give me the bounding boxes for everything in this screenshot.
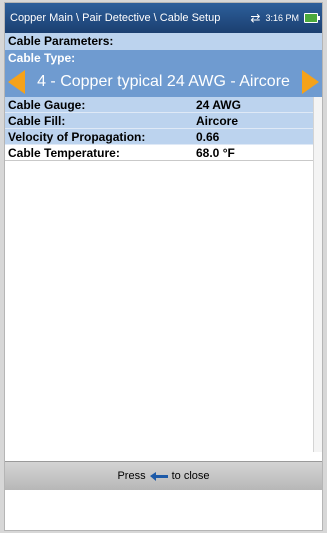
param-label: Cable Temperature: bbox=[8, 146, 120, 160]
breadcrumb: Copper Main \ Pair Detective \ Cable Set… bbox=[10, 12, 221, 24]
scrollbar[interactable] bbox=[313, 97, 322, 452]
param-value: 24 AWG bbox=[196, 98, 241, 112]
cable-type-selector[interactable]: 4 - Copper typical 24 AWG - Aircore bbox=[5, 67, 322, 97]
footer-close-text: to close bbox=[171, 470, 210, 482]
status-area: ⇄ 3:16 PM bbox=[250, 11, 320, 25]
device-screen: Copper Main \ Pair Detective \ Cable Set… bbox=[4, 2, 323, 531]
clock: 3:16 PM bbox=[265, 13, 299, 23]
cable-type-label: Cable Type: bbox=[5, 50, 322, 67]
param-row-cable-fill[interactable]: Cable Fill: Aircore bbox=[5, 113, 322, 129]
footer-hint: Press to close bbox=[5, 461, 322, 490]
back-arrow-icon bbox=[149, 472, 168, 481]
arrow-left-icon[interactable] bbox=[8, 70, 25, 94]
parameter-list: Cable Gauge: 24 AWG Cable Fill: Aircore … bbox=[5, 97, 322, 161]
param-label: Cable Fill: bbox=[8, 114, 66, 128]
footer-press-text: Press bbox=[117, 470, 146, 482]
param-row-cable-temperature[interactable]: Cable Temperature: 68.0 °F bbox=[5, 145, 322, 161]
param-value: 68.0 °F bbox=[196, 146, 235, 160]
cable-type-value: 4 - Copper typical 24 AWG - Aircore bbox=[37, 73, 290, 90]
param-label: Velocity of Propagation: bbox=[8, 130, 146, 144]
param-label: Cable Gauge: bbox=[8, 98, 86, 112]
arrow-right-icon[interactable] bbox=[302, 70, 319, 94]
param-row-velocity-of-propagation[interactable]: Velocity of Propagation: 0.66 bbox=[5, 129, 322, 145]
battery-icon bbox=[304, 13, 320, 23]
param-value: Aircore bbox=[196, 114, 239, 128]
section-header: Cable Parameters: bbox=[5, 33, 322, 50]
sync-icon: ⇄ bbox=[250, 11, 261, 25]
title-bar: Copper Main \ Pair Detective \ Cable Set… bbox=[5, 3, 322, 33]
param-row-cable-gauge[interactable]: Cable Gauge: 24 AWG bbox=[5, 97, 322, 113]
param-value: 0.66 bbox=[196, 130, 220, 144]
